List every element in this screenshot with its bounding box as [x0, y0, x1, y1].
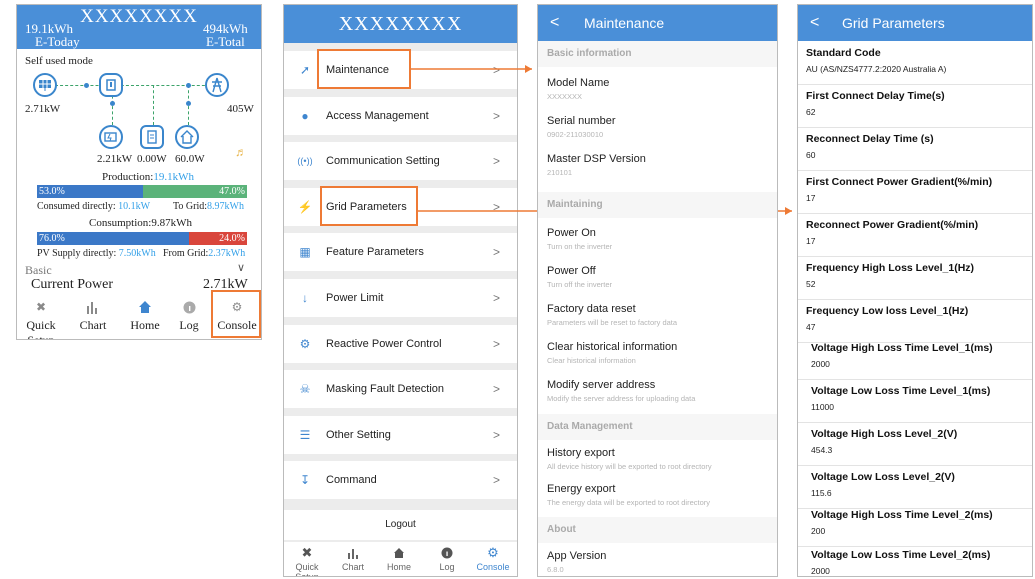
serial-number-item: Serial number 0902-211030010: [547, 115, 616, 139]
param-volt-high-loss-time-2[interactable]: Voltage High Loss Time Level_2(ms) 200: [798, 504, 1032, 547]
section-basic-information: Basic information: [538, 41, 777, 67]
factory-reset-item[interactable]: Factory data reset Parameters will be re…: [547, 303, 772, 327]
param-volt-high-loss-time-1[interactable]: Voltage High Loss Time Level_1(ms) 2000: [798, 337, 1032, 380]
power-on-item[interactable]: Power On Turn on the inverter: [547, 227, 772, 251]
clear-history-item[interactable]: Clear historical information Clear histo…: [547, 341, 772, 365]
param-freq-high-loss-1[interactable]: Frequency High Loss Level_1(Hz) 52: [798, 257, 1032, 300]
maintenance-screen: < Maintenance Basic information Model Na…: [537, 4, 778, 577]
param-reconnect-gradient[interactable]: Reconnect Power Gradient(%/min) 17: [798, 214, 1032, 257]
section-maintaining: Maintaining: [538, 192, 777, 218]
energy-export-item[interactable]: Energy export The energy data will be ex…: [547, 483, 772, 507]
maintenance-title: Maintenance: [584, 15, 665, 31]
section-about: About: [538, 517, 777, 543]
section-data-management: Data Management: [538, 414, 777, 440]
maintenance-header: < Maintenance: [538, 5, 777, 41]
param-volt-low-loss-time-2[interactable]: Voltage Low Loss Time Level_2(ms) 2000: [798, 544, 1032, 576]
modify-server-item[interactable]: Modify server address Modify the server …: [547, 379, 772, 403]
param-volt-low-loss-2[interactable]: Voltage Low Loss Level_2(V) 115.6: [798, 466, 1032, 509]
dsp-version-item: Master DSP Version 210101: [547, 153, 646, 177]
grid-parameters-header: < Grid Parameters: [798, 5, 1032, 41]
param-reconnect-delay[interactable]: Reconnect Delay Time (s) 60: [798, 128, 1032, 171]
param-volt-high-loss-2[interactable]: Voltage High Loss Level_2(V) 454.3: [798, 423, 1032, 466]
model-name-item: Model Name XXXXXXX: [547, 77, 610, 101]
grid-parameters-title: Grid Parameters: [842, 15, 945, 31]
param-standard-code[interactable]: Standard Code AU (AS/NZS4777.2:2020 Austr…: [798, 42, 1032, 85]
history-export-item[interactable]: History export All device history will b…: [547, 447, 772, 471]
grid-parameters-screen: < Grid Parameters Standard Code AU (AS/NZ…: [797, 4, 1033, 577]
back-arrow-icon[interactable]: <: [810, 5, 819, 41]
power-off-item[interactable]: Power Off Turn off the inverter: [547, 265, 772, 289]
param-first-connect-gradient[interactable]: First Connect Power Gradient(%/min) 17: [798, 171, 1032, 214]
param-volt-low-loss-time-1[interactable]: Voltage Low Loss Time Level_1(ms) 11000: [798, 380, 1032, 423]
param-first-connect-delay[interactable]: First Connect Delay Time(s) 62: [798, 85, 1032, 128]
back-arrow-icon[interactable]: <: [550, 5, 559, 41]
app-version-item: App Version 6.8.0: [547, 550, 607, 574]
